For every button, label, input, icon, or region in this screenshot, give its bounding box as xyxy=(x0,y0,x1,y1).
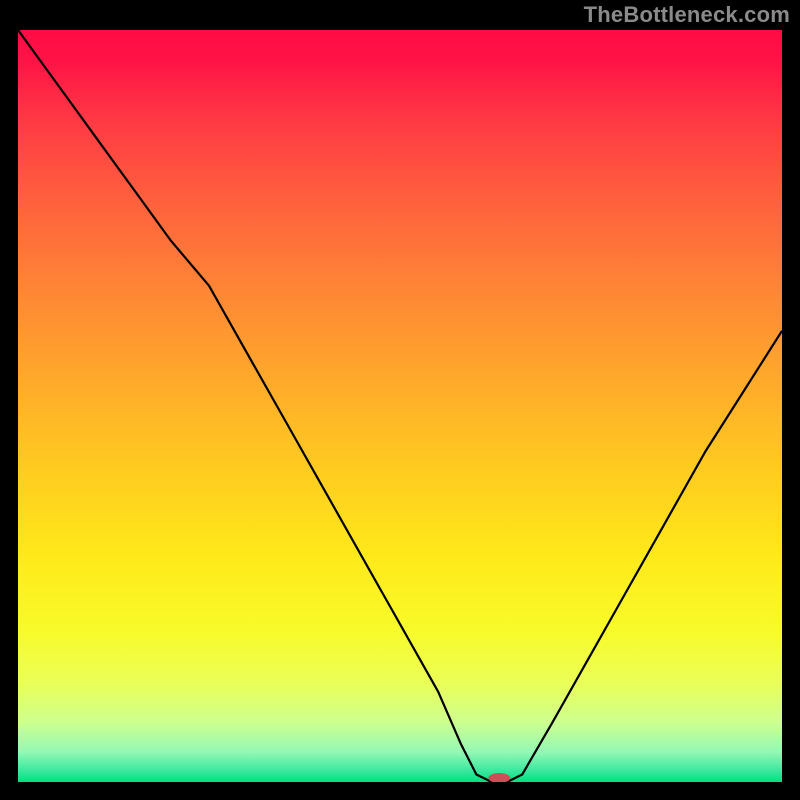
bottleneck-chart xyxy=(18,30,782,782)
app-frame: TheBottleneck.com xyxy=(0,0,800,800)
watermark-label: TheBottleneck.com xyxy=(584,2,790,28)
chart-background xyxy=(18,30,782,782)
chart-area xyxy=(18,30,782,782)
